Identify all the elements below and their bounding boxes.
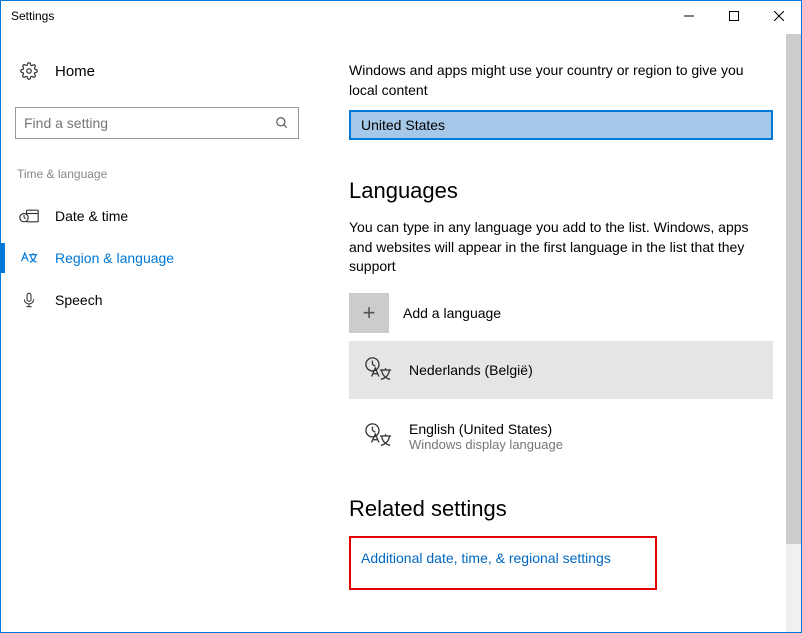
microphone-icon: [19, 291, 39, 309]
search-icon: [274, 115, 290, 131]
titlebar: Settings: [1, 1, 801, 31]
search-box[interactable]: [15, 107, 299, 139]
region-intro-text: Windows and apps might use your country …: [349, 61, 765, 100]
sidebar-item-label: Date & time: [55, 208, 128, 224]
search-input[interactable]: [24, 115, 274, 131]
home-label: Home: [55, 63, 95, 80]
sidebar-section-label: Time & language: [15, 167, 299, 181]
language-item[interactable]: English (United States) Windows display …: [349, 407, 773, 466]
sidebar-item-region-language[interactable]: Region & language: [15, 237, 299, 279]
scrollbar-thumb[interactable]: [786, 34, 801, 544]
language-name: English (United States): [409, 421, 563, 437]
add-language-button[interactable]: + Add a language: [349, 293, 773, 333]
close-button[interactable]: [756, 1, 801, 31]
window-title: Settings: [11, 9, 666, 23]
region-dropdown[interactable]: United States: [349, 110, 773, 140]
content-area: Windows and apps might use your country …: [313, 31, 801, 632]
language-item[interactable]: Nederlands (België): [349, 341, 773, 399]
maximize-button[interactable]: [711, 1, 756, 31]
scrollbar[interactable]: [786, 34, 801, 632]
sidebar-item-label: Speech: [55, 292, 102, 308]
languages-heading: Languages: [349, 178, 765, 204]
sidebar-item-speech[interactable]: Speech: [15, 279, 299, 321]
region-value: United States: [361, 117, 761, 133]
home-button[interactable]: Home: [15, 55, 299, 87]
language-icon: [19, 249, 39, 267]
language-subtitle: Windows display language: [409, 437, 563, 452]
sidebar-item-date-time[interactable]: Date & time: [15, 195, 299, 237]
minimize-button[interactable]: [666, 1, 711, 31]
additional-settings-link[interactable]: Additional date, time, & regional settin…: [361, 550, 611, 566]
plus-icon: +: [349, 293, 389, 333]
sidebar: Home Time & language Date & time Region …: [1, 31, 313, 632]
related-settings-heading: Related settings: [349, 496, 765, 522]
sidebar-item-label: Region & language: [55, 250, 174, 266]
language-name: Nederlands (België): [409, 362, 533, 378]
gear-icon: [19, 61, 39, 81]
highlighted-box: Additional date, time, & regional settin…: [349, 536, 657, 590]
languages-description: You can type in any language you add to …: [349, 218, 765, 277]
add-language-label: Add a language: [403, 305, 501, 321]
language-glyph-icon: [363, 355, 395, 385]
clock-calendar-icon: [19, 207, 39, 225]
language-glyph-icon: [363, 421, 395, 451]
